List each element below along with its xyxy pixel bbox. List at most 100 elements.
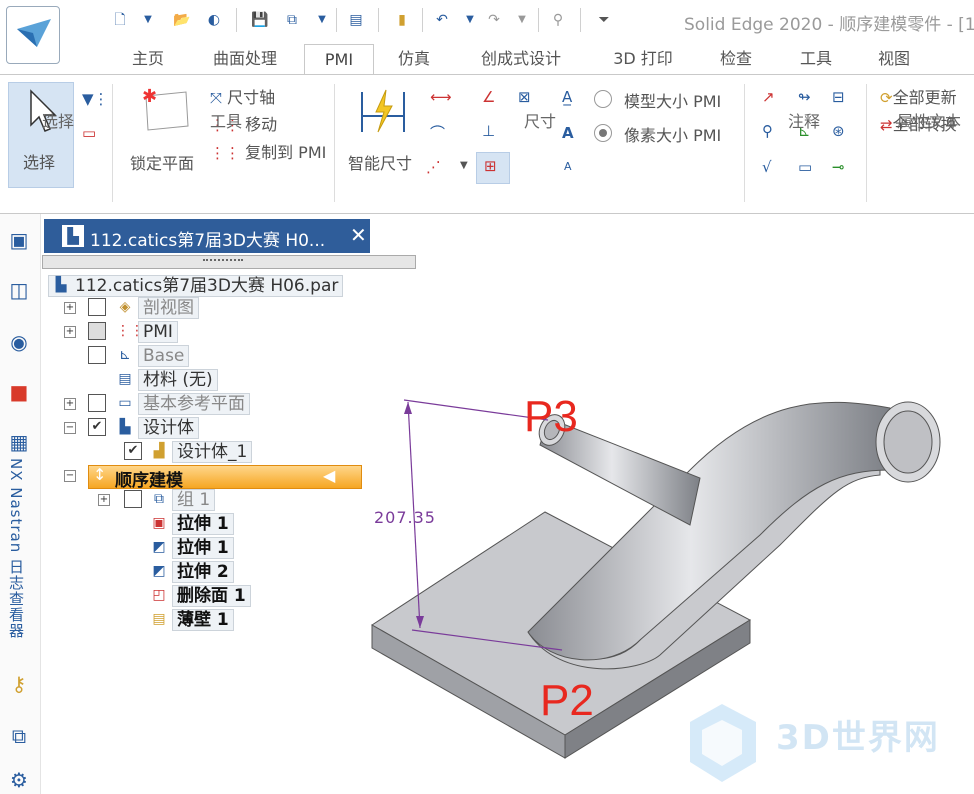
tree-item-thin-wall[interactable]: 薄壁 1 (172, 609, 234, 631)
tree-item-design-body[interactable]: 设计体 (138, 417, 199, 439)
edge-condition-icon[interactable]: ⊸ (832, 158, 845, 176)
coordinate-dim-icon[interactable]: ⋰ (426, 158, 441, 176)
dimension-value[interactable]: 207.35 (374, 508, 436, 527)
open-folder-icon[interactable]: 📂 (172, 10, 192, 30)
nx-nastran-log-viewer-tab[interactable]: NX Nastran 日志查看器 (6, 458, 27, 639)
sequential-modeling-row[interactable]: ↕ 顺序建模 ◀ (88, 465, 362, 491)
gear-icon[interactable]: ⚙ (5, 766, 33, 794)
dim-axis-button[interactable]: ⤧ 尺寸轴 (210, 84, 275, 108)
sensor-icon[interactable]: ◉ (5, 328, 33, 356)
callout-icon[interactable]: ↗ (762, 88, 775, 106)
expand-icon[interactable]: + (98, 494, 110, 506)
extrude2-label: 拉伸 2 (172, 561, 234, 583)
group1-label: 组 1 (172, 489, 216, 511)
lock-plane-button[interactable]: ✱ 锁定平面 (126, 86, 206, 176)
new-dropdown-icon[interactable]: ▼ (138, 10, 158, 30)
document-tab[interactable]: ▙ 112.catics第7届3D大赛 H0... ✕ (44, 219, 370, 253)
tab-generative-design[interactable]: 创成式设计 (468, 44, 574, 74)
tree-item-material[interactable]: 材料 (无) (138, 369, 218, 391)
property-table-icon[interactable]: ▦ (5, 428, 33, 456)
pane-splitter[interactable] (42, 255, 416, 269)
save-icon[interactable]: 💾 (250, 10, 270, 30)
pixel-size-radio[interactable] (594, 124, 612, 142)
smart-dimension-button[interactable]: 智能尺寸 (344, 84, 424, 184)
tree-item-group1[interactable]: 组 1 (172, 489, 216, 511)
pmi-checkbox[interactable] (88, 322, 106, 340)
text-size-icon[interactable]: A̲ (562, 88, 572, 106)
new-file-icon[interactable]: 🗋 (110, 10, 130, 30)
angle-dim-icon[interactable]: ∠ (482, 88, 495, 106)
lock-plane-label: 锁定平面 (130, 154, 195, 173)
section-view-checkbox[interactable] (88, 298, 106, 316)
weld-symbol-icon[interactable]: ▭ (798, 158, 812, 176)
properties-icon[interactable]: ▤ (346, 10, 366, 30)
select-filter-icon[interactable]: ▼⋮ (82, 90, 109, 108)
angle-between-icon[interactable]: ⌒ (430, 122, 445, 143)
surface-texture-icon[interactable]: √ (762, 158, 772, 176)
copy-to-pmi-button[interactable]: ⋮⋮ 复制到 PMI (210, 139, 326, 163)
stacked-dim-icon[interactable]: ⊥ (482, 122, 495, 140)
save-all-icon[interactable]: ⧉ (282, 10, 302, 30)
tab-3d-print[interactable]: 3D 打印 (598, 44, 688, 74)
dim-dropdown-icon[interactable]: ▼ (460, 160, 468, 171)
tab-home[interactable]: 主页 (118, 44, 178, 74)
collapse-icon[interactable]: − (64, 470, 76, 482)
tree-item-base[interactable]: Base (138, 345, 190, 367)
undo-icon[interactable]: ↶ (432, 10, 452, 30)
tree-item-extrude2[interactable]: 拉伸 2 (172, 561, 234, 583)
symmetric-dim-icon[interactable]: ⊠ (518, 88, 531, 106)
tab-inspect[interactable]: 检查 (708, 44, 764, 74)
pathfinder-icon[interactable]: ▣ (5, 226, 33, 254)
tree-item-design-body-1[interactable]: 设计体_1 (172, 441, 253, 463)
app-logo-icon[interactable] (6, 6, 60, 64)
base-checkbox[interactable] (88, 346, 106, 364)
update-all-button[interactable]: ⟳全部更新 (880, 84, 957, 108)
customize-quick-access-icon[interactable]: ⏷ (594, 10, 614, 30)
redo-dropdown-icon[interactable]: ▼ (512, 10, 532, 30)
tree-item-ref-planes[interactable]: 基本参考平面 (138, 393, 250, 415)
leader-icon[interactable]: ↬ (798, 88, 811, 106)
balloon-icon[interactable]: ⚲ (762, 122, 773, 140)
tree-root[interactable]: 112.catics第7届3D大赛 H06.par (48, 275, 344, 297)
divider (336, 8, 337, 32)
model-size-radio[interactable] (594, 90, 612, 108)
clipboard-icon[interactable]: ▮ (392, 10, 412, 30)
rollback-arrow-icon[interactable]: ◀ (323, 466, 335, 485)
tab-surfacing[interactable]: 曲面处理 (200, 44, 290, 74)
save-dropdown-icon[interactable]: ▼ (312, 10, 332, 30)
link-icon[interactable]: ⚲ (548, 10, 568, 30)
undo-dropdown-icon[interactable]: ▼ (460, 10, 480, 30)
tab-tools[interactable]: 工具 (788, 44, 844, 74)
ref-planes-checkbox[interactable] (88, 394, 106, 412)
select-button[interactable]: 选择 (8, 82, 74, 188)
tree-item-section-view[interactable]: 剖视图 (138, 297, 199, 319)
tab-view[interactable]: 视图 (866, 44, 922, 74)
key-icon[interactable]: ⚷ (5, 670, 33, 698)
color-manager-icon[interactable]: ■ (5, 378, 33, 406)
tab-pmi[interactable]: PMI (304, 44, 374, 77)
expand-icon[interactable]: + (64, 398, 76, 410)
tree-item-pmi[interactable]: PMI (138, 321, 178, 343)
chain-dim-button[interactable]: ⊞ (476, 152, 510, 184)
tab-simulation[interactable]: 仿真 (384, 44, 444, 74)
collapse-icon[interactable]: − (64, 422, 76, 434)
close-tab-icon[interactable]: ✕ (350, 223, 367, 247)
extrude-icon: ▣ (152, 515, 166, 531)
distance-between-icon[interactable]: ⟷ (430, 88, 452, 106)
tree-item-extrude1a[interactable]: 拉伸 1 (172, 513, 234, 535)
tree-item-delete-face[interactable]: 删除面 1 (172, 585, 251, 607)
redo-icon[interactable]: ↷ (484, 10, 504, 30)
expand-icon[interactable]: + (64, 326, 76, 338)
tree-item-extrude1b[interactable]: 拉伸 1 (172, 537, 234, 559)
group1-checkbox[interactable] (124, 490, 142, 508)
design-body-1-checkbox[interactable]: ✔ (124, 442, 142, 460)
ref-plane-icon: ▭ (118, 395, 132, 411)
design-body-checkbox[interactable]: ✔ (88, 418, 106, 436)
globe-icon[interactable]: ◐ (204, 10, 224, 30)
text-shrink-icon[interactable]: A (564, 160, 572, 173)
parts-library-icon[interactable]: ⧉ (5, 722, 33, 750)
feature-control-frame-icon[interactable]: ⊟ (832, 88, 845, 106)
expand-icon[interactable]: + (64, 302, 76, 314)
layers-icon[interactable]: ◫ (5, 276, 33, 304)
pmi-label: PMI (138, 321, 178, 343)
